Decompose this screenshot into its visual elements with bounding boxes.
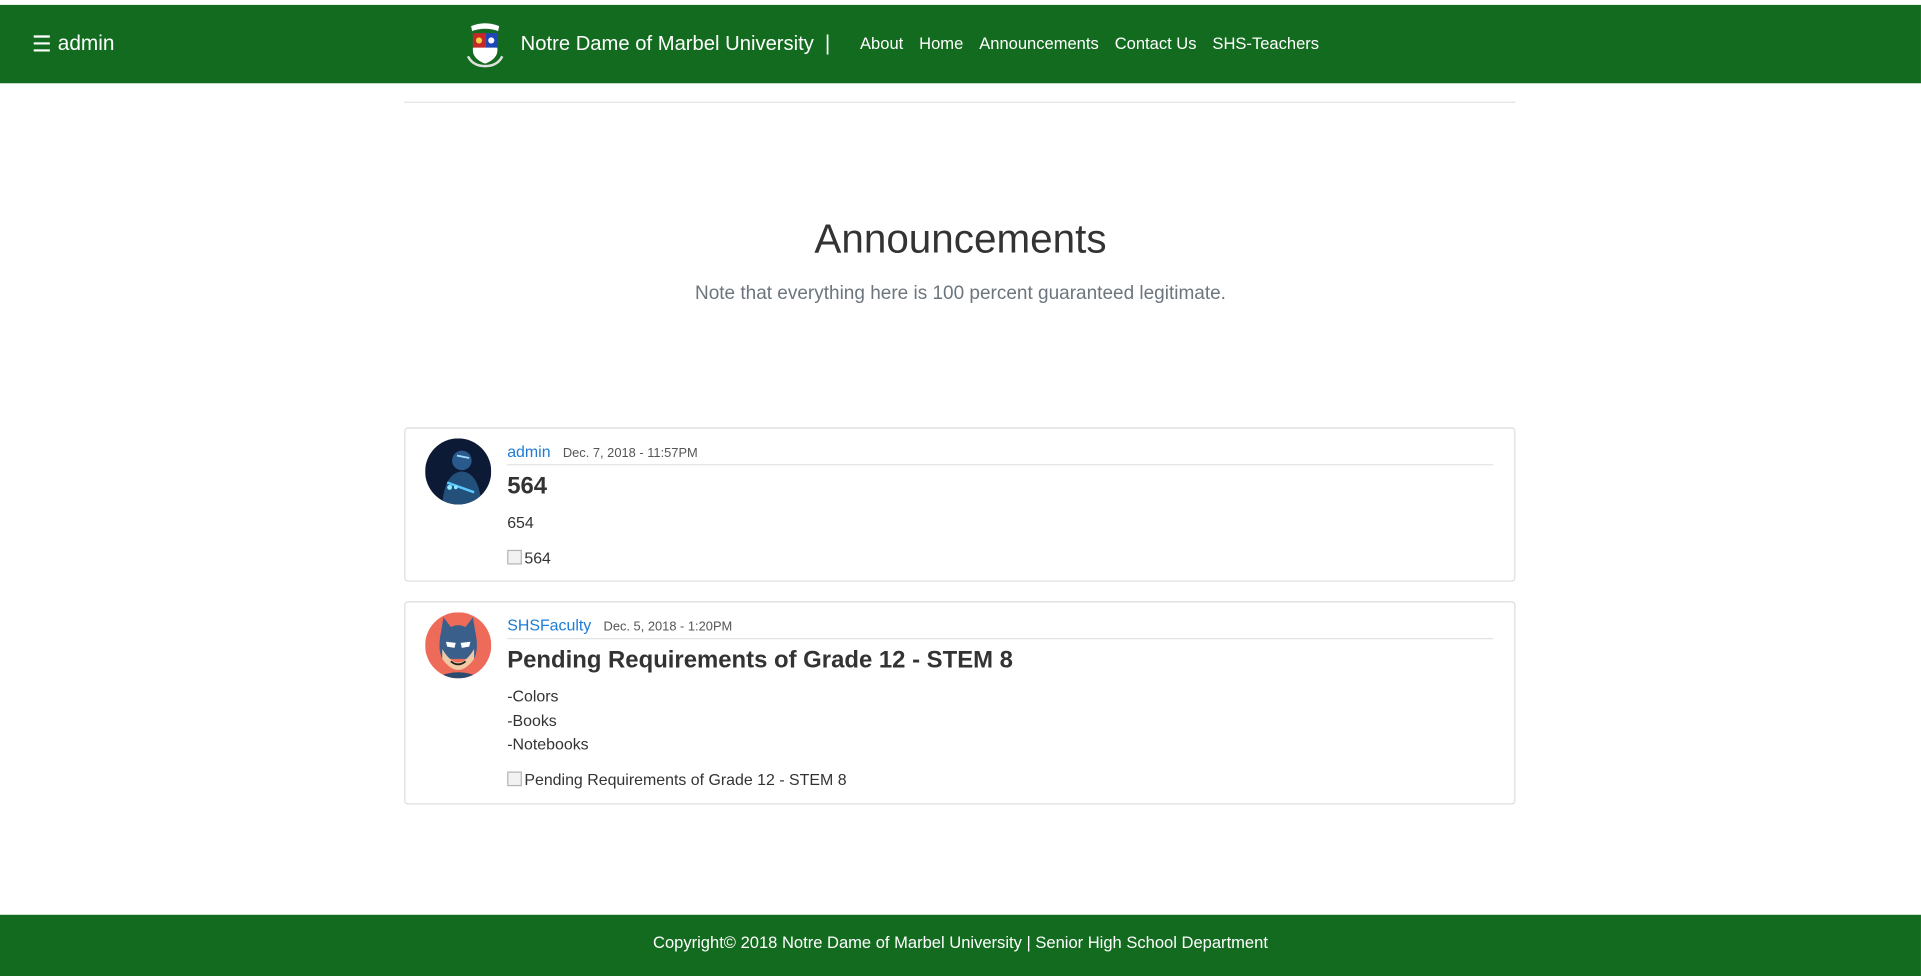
avatar[interactable] bbox=[425, 438, 492, 505]
nav-links: About Home Announcements Contact Us SHS-… bbox=[860, 34, 1335, 52]
post-text-line: -Books bbox=[507, 710, 557, 730]
sidebar-toggle-button[interactable]: ☰ admin bbox=[32, 32, 115, 56]
post-author-link[interactable]: admin bbox=[507, 442, 550, 460]
nav-about-link[interactable]: About bbox=[860, 34, 903, 52]
post-author-link[interactable]: SHSFaculty bbox=[507, 616, 591, 634]
post-image: Pending Requirements of Grade 12 - STEM … bbox=[507, 770, 1493, 788]
broken-image-icon bbox=[507, 549, 522, 565]
announcement-card: SHSFaculty Dec. 5, 2018 - 1:20PM Pending… bbox=[404, 601, 1516, 805]
post-text-line: -Colors bbox=[507, 687, 559, 706]
page-title: Announcements bbox=[814, 215, 1107, 261]
post-title: 564 bbox=[507, 472, 548, 500]
post-image-alt: 564 bbox=[524, 548, 551, 567]
post-meta: SHSFaculty Dec. 5, 2018 - 1:20PM bbox=[507, 616, 1494, 640]
post-body: admin Dec. 7, 2018 - 11:57PM 564 654 564 bbox=[507, 442, 1494, 566]
navbar: ☰ admin Notre Dame of Marbel University … bbox=[0, 4, 1921, 84]
menu-username: admin bbox=[57, 31, 115, 56]
post-body: SHSFaculty Dec. 5, 2018 - 1:20PM Pending… bbox=[507, 616, 1494, 788]
hamburger-icon: ☰ bbox=[31, 31, 52, 57]
divider bbox=[404, 101, 1516, 103]
avatar[interactable] bbox=[425, 612, 492, 679]
post-date: Dec. 5, 2018 - 1:20PM bbox=[603, 619, 733, 635]
post-meta: admin Dec. 7, 2018 - 11:57PM bbox=[507, 442, 1494, 466]
announcement-card: admin Dec. 7, 2018 - 11:57PM 564 654 564 bbox=[404, 427, 1516, 582]
nav-contact-link[interactable]: Contact Us bbox=[1115, 34, 1197, 52]
nav-home-link[interactable]: Home bbox=[919, 34, 963, 52]
post-text-line: -Notebooks bbox=[507, 734, 589, 754]
post-text-line: 654 bbox=[507, 513, 534, 532]
page: ☰ admin Notre Dame of Marbel University … bbox=[0, 0, 1921, 976]
nav-shs-teachers-link[interactable]: SHS-Teachers bbox=[1212, 34, 1319, 52]
post-text: -Colors -Books -Notebooks bbox=[507, 685, 1493, 757]
university-seal-icon bbox=[466, 22, 504, 68]
post-date: Dec. 7, 2018 - 11:57PM bbox=[562, 445, 698, 461]
brand-separator: | bbox=[824, 31, 831, 56]
post-image-alt: Pending Requirements of Grade 12 - STEM … bbox=[524, 769, 847, 789]
post-title: Pending Requirements of Grade 12 - STEM … bbox=[507, 646, 1013, 674]
broken-image-icon bbox=[507, 771, 522, 787]
brand[interactable]: Notre Dame of Marbel University | bbox=[463, 20, 830, 69]
avatar-image bbox=[425, 438, 492, 505]
page-subtitle: Note that everything here is 100 percent… bbox=[694, 282, 1226, 304]
post-image: 564 bbox=[507, 548, 1493, 566]
footer: Copyright© 2018 Notre Dame of Marbel Uni… bbox=[0, 914, 1921, 976]
post-text: 654 bbox=[507, 511, 1493, 535]
avatar-image bbox=[425, 612, 492, 679]
brand-name: Notre Dame of Marbel University bbox=[520, 32, 814, 55]
footer-copyright: Copyright© 2018 Notre Dame of Marbel Uni… bbox=[653, 933, 1268, 952]
nav-announcements-link[interactable]: Announcements bbox=[979, 34, 1099, 52]
